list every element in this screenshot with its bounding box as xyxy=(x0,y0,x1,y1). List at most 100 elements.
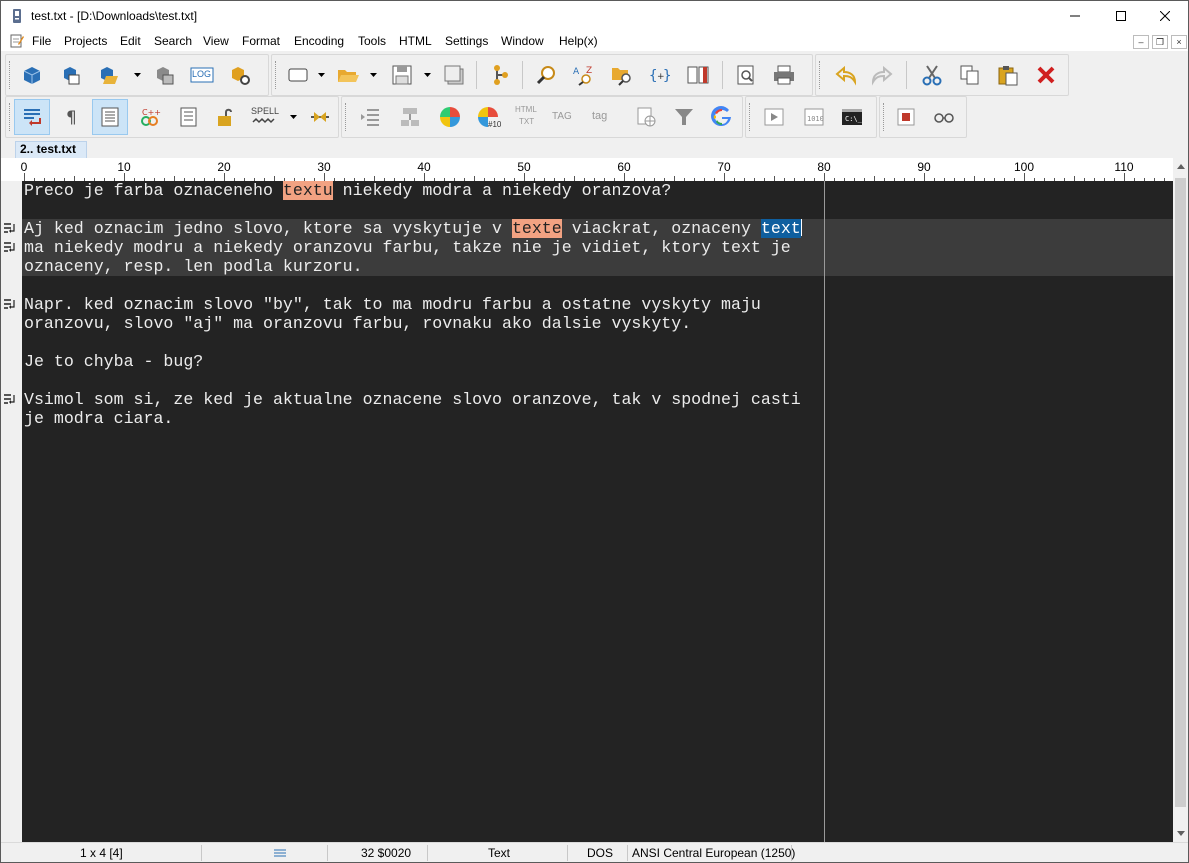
cut-button[interactable] xyxy=(916,59,948,91)
color-picker-button[interactable]: #10 xyxy=(472,101,504,133)
menu-tools[interactable]: Tools xyxy=(358,34,386,48)
text-line[interactable]: je modra ciara. xyxy=(24,409,173,428)
chevron-down-icon xyxy=(133,73,141,77)
lock-button[interactable] xyxy=(210,101,242,133)
terminal-button[interactable]: C:\_ xyxy=(836,101,868,133)
file-encoding[interactable]: ANSI Central European (1250) xyxy=(632,846,795,860)
html-to-txt-button[interactable]: HTML TXT xyxy=(510,101,542,133)
save-project-dropdown[interactable] xyxy=(132,69,142,81)
save-project-button[interactable] xyxy=(92,59,124,91)
log-button[interactable]: LOG xyxy=(186,59,218,91)
play-button[interactable] xyxy=(758,101,790,133)
text-line[interactable]: oranzovu, slovo "aj" ma oranzovu farbu, … xyxy=(24,314,691,333)
scroll-down-button[interactable] xyxy=(1173,825,1188,842)
menu-format[interactable]: Format xyxy=(242,34,280,48)
hierarchy-button[interactable] xyxy=(394,101,426,133)
mdi-close-button[interactable]: × xyxy=(1171,35,1187,49)
spell-button[interactable]: SPELL xyxy=(248,101,280,133)
menu-search[interactable]: Search xyxy=(154,34,192,48)
menu-html[interactable]: HTML xyxy=(399,34,432,48)
minimize-button[interactable] xyxy=(1052,1,1098,31)
split-button[interactable] xyxy=(304,101,336,133)
copy-button[interactable] xyxy=(954,59,986,91)
project-settings-button[interactable] xyxy=(224,59,256,91)
text-line[interactable]: Napr. ked oznacim slovo "by", tak to ma … xyxy=(24,295,761,314)
stop-button[interactable] xyxy=(890,101,922,133)
tag-open-button[interactable]: tag xyxy=(586,101,618,133)
vertical-scrollbar[interactable] xyxy=(1173,158,1188,842)
mdi-minimize-button[interactable]: – xyxy=(1133,35,1149,49)
menu-projects[interactable]: Projects xyxy=(64,34,107,48)
toolbar-grip[interactable] xyxy=(345,103,348,131)
undo-button[interactable] xyxy=(830,59,862,91)
toolbar-grip[interactable] xyxy=(883,103,886,131)
text-line[interactable]: oznaceny, resp. len podla kurzoru. xyxy=(24,257,363,276)
paste-button[interactable] xyxy=(992,59,1024,91)
toolbar-grip[interactable] xyxy=(275,61,278,89)
scroll-up-button[interactable] xyxy=(1173,158,1188,175)
toolbar-grip[interactable] xyxy=(819,61,822,89)
line-ending-format[interactable]: DOS xyxy=(587,846,613,860)
glasses-button[interactable] xyxy=(928,101,960,133)
open-file-dropdown[interactable] xyxy=(368,69,378,81)
svg-text:C:\_: C:\_ xyxy=(845,115,863,123)
tree-button[interactable] xyxy=(484,59,516,91)
text-line[interactable]: Preco je farba oznaceneho textu niekedy … xyxy=(24,181,671,200)
tag-close-button[interactable]: TAG xyxy=(548,101,580,133)
menu-settings[interactable]: Settings xyxy=(445,34,488,48)
find-button[interactable] xyxy=(530,59,562,91)
project-files-button[interactable] xyxy=(148,59,180,91)
menu-edit[interactable]: Edit xyxy=(120,34,141,48)
pilcrow-button[interactable]: ¶ xyxy=(56,101,88,133)
maximize-button[interactable] xyxy=(1098,1,1144,31)
menu-window[interactable]: Window xyxy=(501,34,544,48)
text-run: viackrat, oznaceny xyxy=(561,219,761,238)
word-wrap-button[interactable] xyxy=(14,99,50,135)
toolbar-grip[interactable] xyxy=(9,103,12,131)
book-button[interactable] xyxy=(682,59,714,91)
scrollbar-thumb[interactable] xyxy=(1175,178,1186,807)
menu-encoding[interactable]: Encoding xyxy=(294,34,344,48)
toolbar-grip[interactable] xyxy=(9,61,12,89)
menu-help[interactable]: Help(x) xyxy=(559,34,598,48)
split-icon xyxy=(311,112,329,122)
line-numbers-button[interactable] xyxy=(92,99,128,135)
google-button[interactable] xyxy=(706,101,738,133)
redo-button[interactable] xyxy=(866,59,898,91)
spell-dropdown[interactable] xyxy=(288,111,298,123)
replace-button[interactable]: AZ xyxy=(568,59,600,91)
save-all-button[interactable] xyxy=(438,59,470,91)
menu-view[interactable]: View xyxy=(203,34,229,48)
window-title: test.txt - [D:\Downloads\test.txt] xyxy=(31,9,198,23)
text-line[interactable]: Vsimol som si, ze ked je aktualne oznace… xyxy=(24,390,801,409)
list-button[interactable] xyxy=(172,101,204,133)
toolbar-grip[interactable] xyxy=(749,103,752,131)
close-window-button[interactable] xyxy=(1142,1,1188,31)
text-line[interactable]: ma niekedy modru a niekedy oranzovu farb… xyxy=(24,238,791,257)
menu-file[interactable]: File xyxy=(32,34,51,48)
open-project-button[interactable] xyxy=(54,59,86,91)
text-line[interactable]: Je to chyba - bug? xyxy=(24,352,203,371)
syntax-button[interactable]: C++ xyxy=(134,101,166,133)
find-in-files-button[interactable] xyxy=(606,59,638,91)
filter-button[interactable] xyxy=(668,101,700,133)
brackets-button[interactable]: {} + xyxy=(644,59,676,91)
text-editor[interactable]: Preco je farba oznaceneho textu niekedy … xyxy=(22,181,1173,842)
new-file-button[interactable] xyxy=(282,59,314,91)
open-file-button[interactable] xyxy=(332,59,364,91)
new-file-dropdown[interactable] xyxy=(316,69,326,81)
tab-test-txt[interactable]: 2.. test.txt xyxy=(15,141,87,158)
save-file-button[interactable] xyxy=(386,59,418,91)
mdi-restore-button[interactable]: ❐ xyxy=(1152,35,1168,49)
new-project-button[interactable] xyxy=(16,59,48,91)
binary-button[interactable]: 1010 xyxy=(798,101,830,133)
color-code-label: #10 xyxy=(488,120,502,129)
print-button[interactable] xyxy=(768,59,800,91)
indent-button[interactable] xyxy=(354,101,386,133)
web-page-button[interactable] xyxy=(630,101,662,133)
save-file-dropdown[interactable] xyxy=(422,69,432,81)
color-wheel-button[interactable] xyxy=(434,101,466,133)
delete-button[interactable] xyxy=(1030,59,1062,91)
print-preview-button[interactable] xyxy=(730,59,762,91)
text-line[interactable]: Aj ked oznacim jedno slovo, ktore sa vys… xyxy=(24,219,802,238)
